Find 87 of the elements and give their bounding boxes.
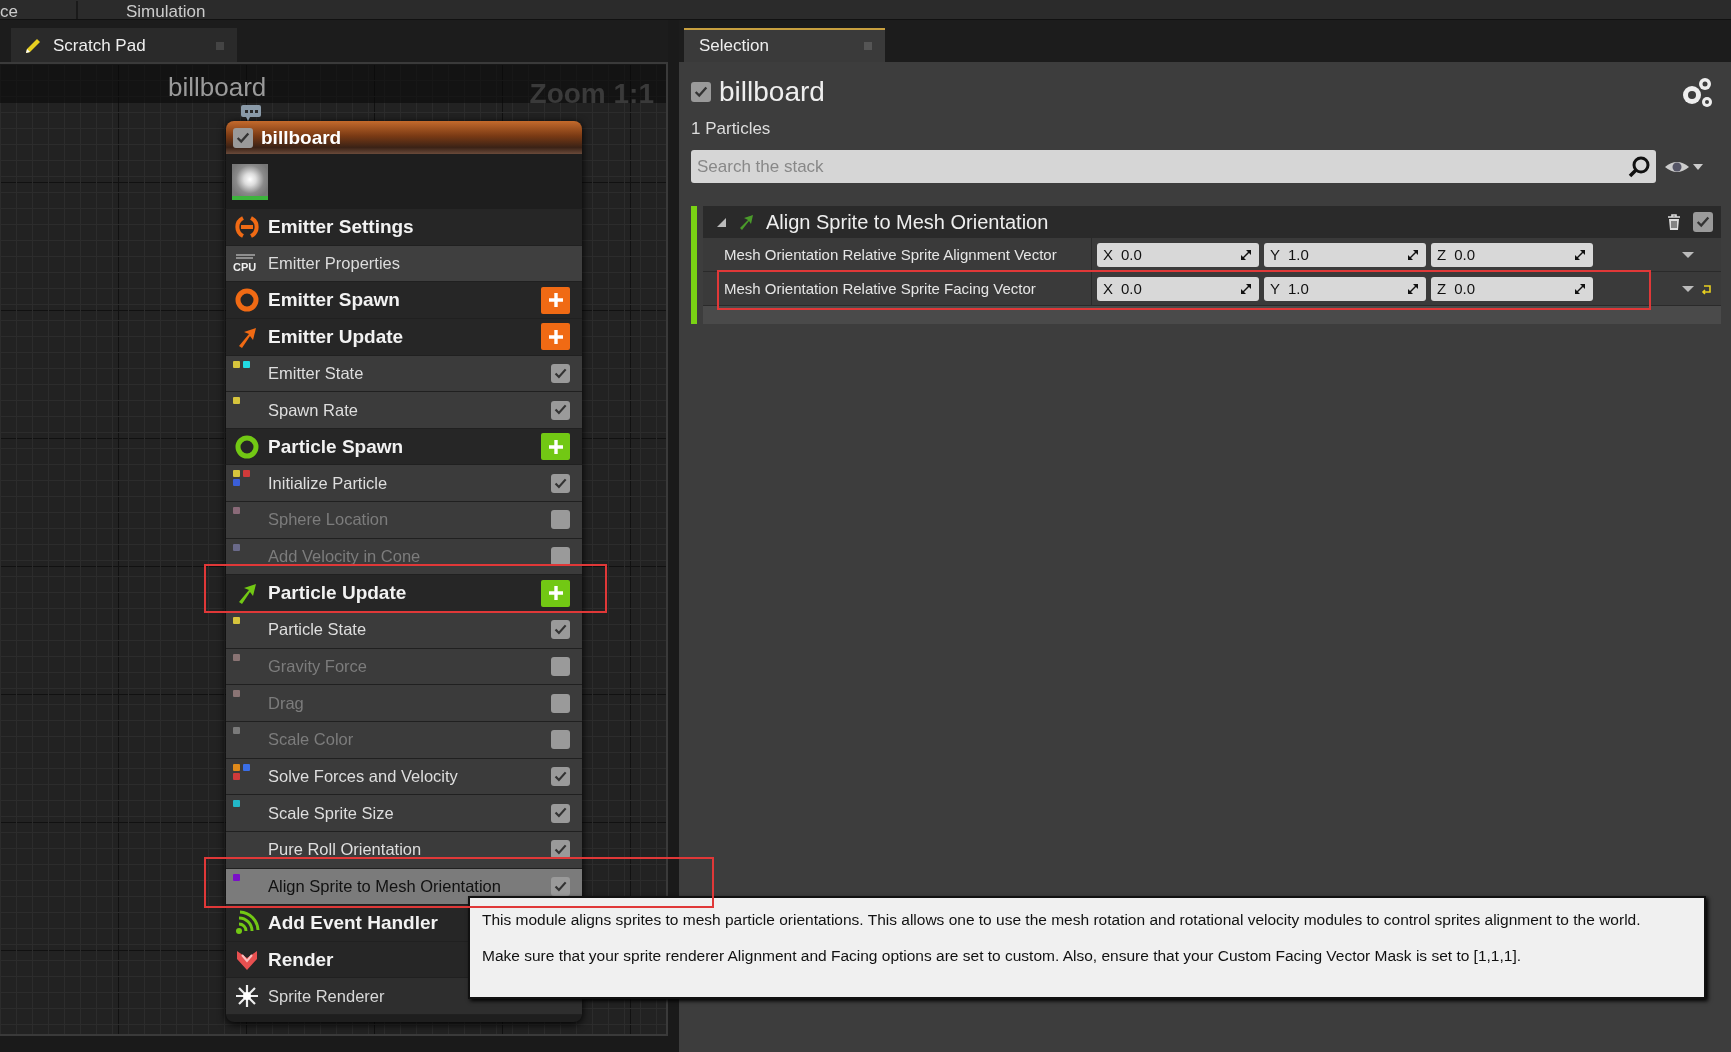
material-thumbnail [232,163,268,200]
number-field[interactable]: Z 0.0 [1431,276,1593,301]
particle-count: 1 Particles [691,118,772,140]
section-title: Particle Spawn [268,435,404,458]
tooltip-text: Make sure that your sprite renderer Alignment and Facing options are set to custom. Also, ensure that your Custom Facing Vector Mask is set to [1,1,1]. [482,947,1522,965]
stack-item-label: Solve Forces and Velocity [268,766,458,786]
node-title: billboard [261,126,342,149]
close-icon [863,41,873,51]
enable-checkbox[interactable] [551,803,570,823]
tab[interactable]: Selection [684,28,885,62]
comment-bubble-icon [240,104,262,121]
close-icon [215,41,225,51]
resize-arrows-icon [1573,281,1587,296]
sparkle-icon [234,983,260,1010]
stack-item-label: Sphere Location [268,510,389,530]
plus-icon [546,584,565,603]
menu-item[interactable]: ce [0,4,18,19]
enable-checkbox[interactable] [691,82,711,102]
stack-item-label: Particle State [268,620,367,640]
add-button[interactable] [541,323,570,351]
resize-arrows-icon [1406,247,1420,262]
stack-item-label: Emitter Properties [268,253,401,273]
enable-checkbox[interactable] [551,620,570,640]
stack-item-label: Drag [268,693,304,713]
stack-item-label: Scale Color [268,730,354,750]
resize-arrows-icon [1239,281,1253,296]
enable-checkbox[interactable] [1693,212,1713,232]
stack-item-label: Align Sprite to Mesh Orientation [268,876,501,896]
stack-item-label: Spawn Rate [268,400,358,420]
node-header[interactable]: billboard [226,121,582,154]
number-field[interactable]: Z 0.0 [1431,242,1593,267]
section-title: Emitter Spawn [268,289,400,312]
arrow-icon [738,213,756,231]
plus-icon [546,437,565,456]
input-label: Mesh Orientation Relative Sprite Alignment Vector [723,246,1058,263]
enable-checkbox[interactable] [551,363,570,383]
section-title: Emitter Settings [268,215,414,238]
module-title: Align Sprite to Mesh Orientation [766,210,1049,234]
enable-checkbox[interactable] [233,127,253,148]
tooltip-text: This module aligns sprites to mesh particle orientations. This allows one to use the mesh rotation and rotational velocity modules to control sprites alignment to the world. [482,911,1642,929]
enable-checkbox[interactable] [551,400,570,420]
stack-item-label: Add Velocity in Cone [268,547,421,567]
resize-arrows-icon [1406,281,1420,296]
graph-title: billboard [168,71,267,103]
menu-item[interactable]: Simulation [125,4,206,19]
stack-item-label: Initialize Particle [268,473,388,493]
enable-checkbox[interactable] [551,510,570,530]
stack-item-label: Pure Roll Orientation [268,840,422,860]
plus-icon [546,291,565,310]
resize-arrows-icon [1573,247,1587,262]
enable-checkbox[interactable] [551,876,570,896]
enable-checkbox[interactable] [551,473,570,493]
number-field[interactable]: X 0.0 [1097,242,1259,267]
search-field[interactable]: Search the stack [691,150,1656,183]
resize-arrows-icon [1239,247,1253,262]
enable-checkbox[interactable] [551,766,570,786]
add-button[interactable] [541,286,570,314]
cpu-label: CPU [233,260,257,273]
section-title: Add Event Handler [268,912,438,934]
number-field[interactable]: Y 1.0 [1264,242,1426,267]
enable-checkbox[interactable] [551,657,570,676]
add-button[interactable] [541,579,570,607]
emitter-name: billboard [719,76,825,108]
dropdown-caret-icon[interactable] [1681,283,1695,294]
stack-item-label: Gravity Force [268,657,368,676]
number-field[interactable]: X 0.0 [1097,276,1259,301]
trash-icon[interactable] [1665,213,1683,231]
dropdown-caret-icon[interactable] [1681,249,1695,260]
enable-checkbox[interactable] [551,730,570,750]
reset-arrow-icon[interactable] [1701,282,1713,295]
section-title: Render [268,948,334,971]
number-field[interactable]: Y 1.0 [1264,276,1426,301]
stack-item-label: Scale Sprite Size [268,803,394,823]
stack-item-label: Emitter State [268,363,364,383]
tab[interactable]: Scratch Pad [11,28,237,62]
search-icon [1628,156,1650,178]
section-title: Particle Update [268,582,407,605]
enable-checkbox[interactable] [551,693,570,713]
caret-icon [1692,161,1704,172]
stack-item-label: Sprite Renderer [268,986,385,1006]
pencil-icon [23,36,43,56]
plus-icon [546,327,565,346]
add-button[interactable] [541,433,570,461]
input-label: Mesh Orientation Relative Sprite Facing Vector [723,280,1037,297]
section-title: Emitter Update [268,325,404,348]
check-icon [1695,214,1711,230]
check-icon [693,84,709,100]
